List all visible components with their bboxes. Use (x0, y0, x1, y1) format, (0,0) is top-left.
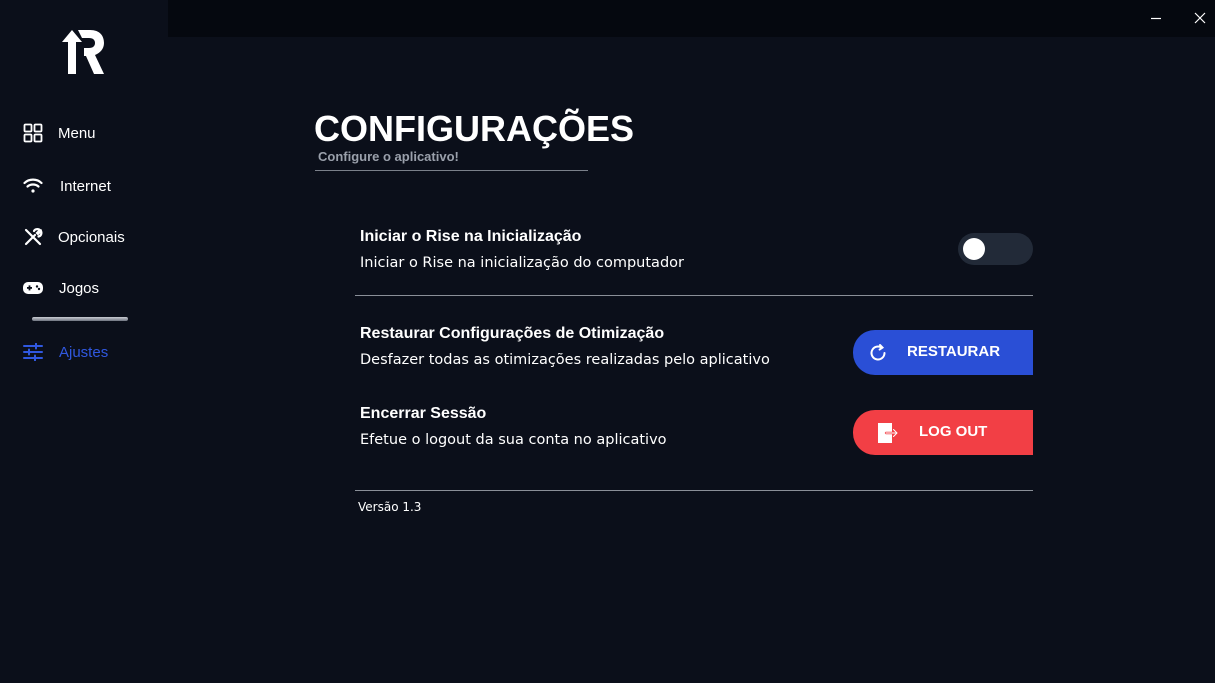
gamepad-icon (22, 277, 44, 299)
sidebar-item-label: Menu (58, 124, 96, 142)
sidebar-item-label: Internet (60, 177, 111, 195)
close-icon (1194, 12, 1206, 24)
sidebar-item-jogos[interactable]: Jogos (22, 273, 99, 303)
sidebar-item-internet[interactable]: Internet (22, 171, 111, 201)
sidebar-item-opcionais[interactable]: Opcionais (22, 222, 125, 252)
minimize-button[interactable] (1142, 5, 1170, 31)
page-subtitle: Configure o aplicativo! (318, 149, 459, 164)
refresh-icon (867, 342, 889, 364)
sidebar-item-label: Jogos (59, 279, 100, 297)
version-label: Versão 1.3 (358, 500, 422, 514)
startup-toggle[interactable] (958, 233, 1033, 265)
logout-button[interactable]: LOG OUT (853, 410, 1033, 455)
logout-icon (877, 422, 899, 444)
toggle-knob (963, 238, 985, 260)
sidebar-item-menu[interactable]: Menu (22, 118, 96, 148)
section-divider (355, 295, 1033, 296)
grid-icon (22, 122, 44, 144)
restore-setting-description: Desfazer todas as otimizações realizadas… (360, 352, 770, 368)
logout-setting-description: Efetue o logout da sua conta no aplicati… (360, 432, 667, 448)
sidebar-item-ajustes[interactable]: Ajustes (22, 337, 108, 367)
sidebar-item-label: Ajustes (59, 343, 109, 361)
page-title: CONFIGURAÇÕES (314, 108, 635, 149)
startup-setting-description: Iniciar o Rise na inicialização do compu… (360, 255, 684, 271)
logout-button-label: LOG OUT (919, 423, 988, 440)
title-underline (315, 170, 588, 171)
title-bar (168, 0, 1215, 37)
tools-icon (22, 226, 44, 248)
restore-setting-title: Restaurar Configurações de Otimização (360, 325, 665, 342)
minimize-icon (1150, 12, 1162, 24)
sidebar-divider (32, 317, 128, 321)
close-button[interactable] (1186, 5, 1214, 31)
startup-setting-title: Iniciar o Rise na Inicialização (360, 228, 582, 245)
sliders-icon (22, 341, 44, 363)
sidebar: Menu Internet Opcionais Jogos Ajustes (0, 0, 168, 683)
wifi-icon (22, 175, 44, 197)
sidebar-item-label: Opcionais (58, 228, 125, 246)
restore-button[interactable]: RESTAURAR (853, 330, 1033, 375)
restore-button-label: RESTAURAR (907, 343, 1001, 360)
rise-logo (60, 28, 106, 76)
footer-divider (355, 490, 1033, 491)
logout-setting-title: Encerrar Sessão (360, 405, 487, 422)
